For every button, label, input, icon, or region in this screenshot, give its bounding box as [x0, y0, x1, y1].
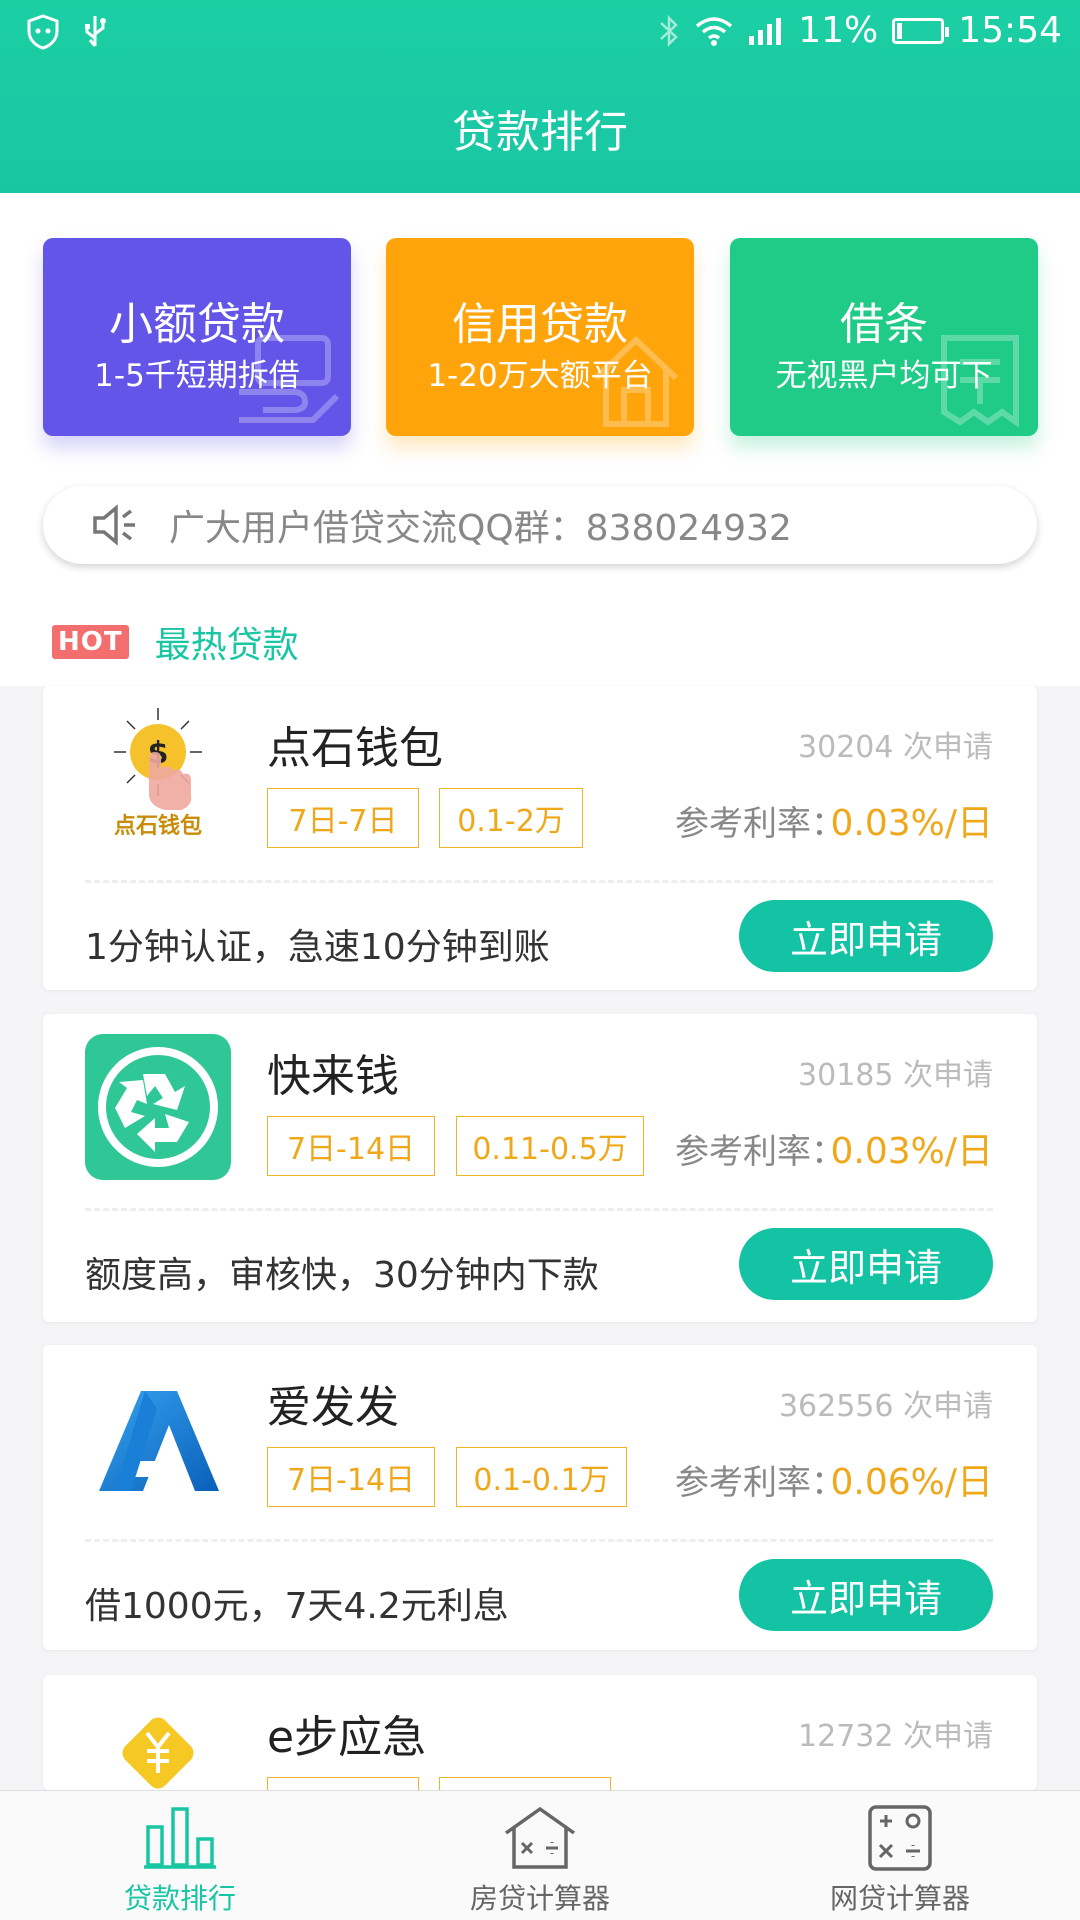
calculator-icon — [868, 1805, 932, 1871]
rate-label: 参考利率： — [675, 804, 845, 844]
rate-value: 0.06%/日 — [830, 1462, 994, 1503]
dollar-coin-hand-icon: $ 点石钱包 — [85, 706, 231, 852]
clock: 15:54 — [958, 10, 1062, 51]
page-title: 贷款排行 — [452, 107, 628, 158]
nav-label: 贷款排行 — [123, 1882, 236, 1915]
loan-card[interactable]: 快来钱 30185 次申请 7日-14日 0.11-0.5万 参考利率： 0.0… — [43, 1014, 1037, 1322]
rate-label: 参考利率： — [675, 1132, 845, 1172]
nav-label: 房贷计算器 — [469, 1882, 610, 1915]
battery-level — [897, 22, 903, 39]
term-tag: 7日-7日 — [267, 788, 419, 848]
term-tag — [267, 1777, 419, 1790]
apply-button[interactable]: 立即申请 — [739, 1228, 993, 1300]
term-tag: 7日-14日 — [267, 1116, 435, 1176]
loan-description: 借1000元，7天4.2元利息 — [85, 1586, 509, 1627]
hot-section-header: HOT 最热贷款 — [52, 616, 299, 668]
nav-online-loan-calculator[interactable]: 网贷计算器 — [720, 1791, 1080, 1920]
category-subtitle: 无视黑户均可下 — [775, 358, 993, 394]
house-calculator-icon — [504, 1806, 576, 1869]
category-iou[interactable]: 借条 无视黑户均可下 — [730, 238, 1038, 436]
category-subtitle: 1-20万大额平台 — [427, 358, 653, 394]
nav-loan-ranking[interactable]: 贷款排行 — [0, 1791, 360, 1920]
loan-name: e步应急 — [267, 1712, 427, 1763]
nav-label: 网贷计算器 — [829, 1882, 970, 1915]
yen-diamond-icon — [85, 1695, 231, 1790]
rate-label: 参考利率： — [675, 1463, 845, 1503]
application-count: 12732 次申请 — [798, 1719, 993, 1754]
loan-description: 1分钟认证，急速10分钟到账 — [85, 927, 550, 968]
loan-description: 额度高，审核快，30分钟内下款 — [85, 1255, 599, 1296]
amount-tag — [439, 1777, 611, 1790]
battery-icon — [892, 17, 950, 44]
apply-button[interactable]: 立即申请 — [739, 1559, 993, 1631]
amount-tag: 0.11-0.5万 — [456, 1116, 644, 1176]
rate-value: 0.03%/日 — [830, 803, 994, 844]
term-tag: 7日-14日 — [267, 1447, 435, 1507]
divider — [85, 1539, 993, 1542]
hot-badge: HOT — [52, 625, 129, 659]
divider — [85, 880, 993, 883]
app-header: 11% 15:54 贷款排行 — [0, 0, 1080, 193]
aff-logo-icon — [85, 1365, 231, 1511]
status-bar: 11% 15:54 — [0, 0, 1080, 62]
announcement-bar[interactable]: 广大用户借贷交流QQ群：838024932 — [43, 486, 1037, 564]
loan-name: 点石钱包 — [267, 723, 443, 774]
category-title: 借条 — [840, 299, 928, 350]
divider — [85, 1208, 993, 1211]
nav-mortgage-calculator[interactable]: 房贷计算器 — [360, 1791, 720, 1920]
loan-card[interactable]: $ 点石钱包 点石钱包 30204 次申请 7日-7日 0.1-2万 参考利率：… — [43, 686, 1037, 990]
loan-card[interactable]: 爱发发 362556 次申请 7日-14日 0.1-0.1万 参考利率： 0.0… — [43, 1345, 1037, 1650]
application-count: 362556 次申请 — [778, 1389, 993, 1424]
signal-icon — [748, 16, 784, 46]
category-title: 信用贷款 — [452, 299, 628, 350]
category-credit-loan[interactable]: 信用贷款 1-20万大额平台 — [386, 238, 694, 436]
amount-tag: 0.1-2万 — [439, 788, 583, 848]
bottom-nav: 贷款排行 房贷计算器 网贷计算器 — [0, 1790, 1080, 1920]
shield-icon — [26, 14, 60, 50]
loan-name: 快来钱 — [267, 1051, 399, 1102]
category-title: 小额贷款 — [109, 299, 285, 350]
apply-button[interactable]: 立即申请 — [739, 900, 993, 972]
loan-card[interactable]: e步应急 12732 次申请 — [43, 1675, 1037, 1790]
application-count: 30185 次申请 — [798, 1058, 993, 1093]
usb-icon — [82, 14, 108, 50]
rate-value: 0.03%/日 — [830, 1131, 994, 1172]
speaker-icon — [93, 504, 135, 546]
battery-percent: 11% — [798, 10, 879, 51]
bar-chart-icon — [144, 1807, 216, 1869]
logo-caption: 点石钱包 — [113, 813, 202, 839]
recycle-icon — [85, 1034, 231, 1180]
announcement-text: 广大用户借贷交流QQ群：838024932 — [169, 508, 792, 549]
wifi-icon — [694, 15, 734, 47]
hot-section-title: 最热贷款 — [154, 625, 299, 666]
amount-tag: 0.1-0.1万 — [456, 1447, 627, 1507]
loan-name: 爱发发 — [267, 1382, 399, 1433]
category-subtitle: 1-5千短期拆借 — [94, 358, 300, 394]
category-small-loan[interactable]: 小额贷款 1-5千短期拆借 — [43, 238, 351, 436]
bluetooth-icon — [658, 13, 680, 49]
application-count: 30204 次申请 — [798, 730, 993, 765]
